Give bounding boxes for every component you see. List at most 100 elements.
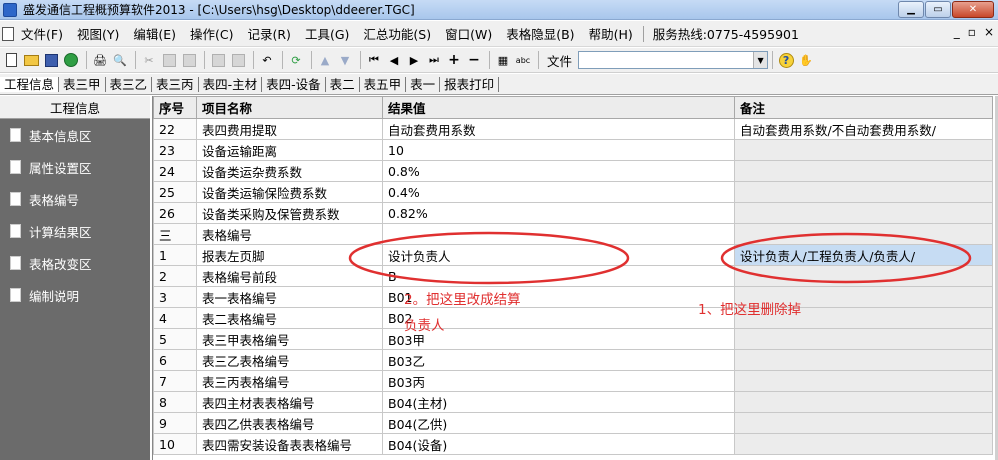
result-value-cell[interactable]: 0.4% <box>382 181 735 203</box>
item-name-cell[interactable]: 表三甲表格编号 <box>196 328 383 350</box>
up-icon[interactable]: ▲ <box>316 51 334 69</box>
result-value-cell[interactable]: B04(乙供) <box>382 412 735 434</box>
menu-record[interactable]: 记录(R) <box>240 24 297 43</box>
menu-view[interactable]: 视图(Y) <box>70 24 126 43</box>
column-header-no[interactable]: 序号 <box>153 96 197 119</box>
row-number-cell[interactable]: 24 <box>153 160 197 182</box>
item-name-cell[interactable]: 表格编号 <box>196 223 383 245</box>
paste-icon[interactable] <box>180 51 198 69</box>
note-cell[interactable] <box>734 370 993 392</box>
delete-icon[interactable]: − <box>465 51 483 69</box>
item-name-cell[interactable]: 表一表格编号 <box>196 286 383 308</box>
item-name-cell[interactable]: 设备类运杂费系数 <box>196 160 383 182</box>
table-row[interactable]: 5 表三甲表格编号 B03甲 <box>153 328 993 350</box>
column-header-note[interactable]: 备注 <box>734 96 993 119</box>
column-header-value[interactable]: 结果值 <box>382 96 735 119</box>
note-cell[interactable] <box>734 286 993 308</box>
note-cell[interactable] <box>734 349 993 371</box>
result-value-cell[interactable]: B04(主材) <box>382 391 735 413</box>
help-icon[interactable]: ? <box>777 51 795 69</box>
prev-icon[interactable]: ◀ <box>385 51 403 69</box>
row-number-cell[interactable]: 25 <box>153 181 197 203</box>
note-cell[interactable] <box>734 307 993 329</box>
print-icon[interactable]: 🖨 <box>91 51 109 69</box>
item-name-cell[interactable]: 表三乙表格编号 <box>196 349 383 371</box>
row-number-cell[interactable]: 22 <box>153 118 197 140</box>
table-row[interactable]: 24 设备类运杂费系数 0.8% <box>153 160 993 182</box>
add-icon[interactable]: + <box>445 51 463 69</box>
row-number-cell[interactable]: 4 <box>153 307 197 329</box>
result-value-cell[interactable] <box>382 223 735 245</box>
open-icon[interactable] <box>22 51 40 69</box>
maximize-button[interactable]: ▭ <box>925 1 951 18</box>
redo-icon[interactable] <box>229 51 247 69</box>
table-row[interactable]: 2 表格编号前段 B <box>153 265 993 287</box>
row-number-cell[interactable]: 8 <box>153 391 197 413</box>
note-cell[interactable]: 自动套费用系数/不自动套费用系数/ <box>734 118 993 140</box>
new-icon[interactable] <box>2 51 20 69</box>
table-row[interactable]: 三表格编号 <box>153 223 993 245</box>
item-name-cell[interactable]: 设备运输距离 <box>196 139 383 161</box>
refresh-icon[interactable]: ⟳ <box>287 51 305 69</box>
table-row[interactable]: 25 设备类运输保险费系数 0.4% <box>153 181 993 203</box>
nav-basic-info[interactable]: 基本信息区 <box>0 119 150 151</box>
nav-calc-results[interactable]: 计算结果区 <box>0 215 150 247</box>
row-number-cell[interactable]: 23 <box>153 139 197 161</box>
tab-table3b[interactable]: 表三乙 <box>106 76 153 92</box>
note-cell[interactable]: 设计负责人/工程负责人/负责人/ <box>734 244 993 266</box>
tab-report-print[interactable]: 报表打印 <box>440 76 500 92</box>
tab-table1[interactable]: 表一 <box>406 76 441 92</box>
result-value-cell[interactable]: B01 <box>382 286 735 308</box>
menu-file[interactable]: 文件(F) <box>14 24 70 43</box>
close-button[interactable]: ✕ <box>952 1 994 18</box>
copy-icon[interactable] <box>160 51 178 69</box>
table-row[interactable]: 23 设备运输距离 10 <box>153 139 993 161</box>
next-icon[interactable]: ▶ <box>405 51 423 69</box>
nav-table-changes[interactable]: 表格改变区 <box>0 247 150 279</box>
tab-table3c[interactable]: 表三丙 <box>152 76 199 92</box>
column-header-name[interactable]: 项目名称 <box>196 96 383 119</box>
row-number-cell[interactable]: 1 <box>153 244 197 266</box>
hand-icon[interactable]: ✋ <box>797 51 815 69</box>
result-value-cell[interactable]: B03丙 <box>382 370 735 392</box>
undo-icon[interactable] <box>209 51 227 69</box>
tab-table4-material[interactable]: 表四-主材 <box>199 76 263 92</box>
result-value-cell[interactable]: B02 <box>382 307 735 329</box>
minimize-button[interactable]: ▁ <box>898 1 924 18</box>
note-cell[interactable] <box>734 265 993 287</box>
undo-arrow-icon[interactable]: ↶ <box>258 51 276 69</box>
calc-icon[interactable]: ▦ <box>494 51 512 69</box>
last-icon[interactable]: ⏭ <box>425 51 443 69</box>
first-icon[interactable]: ⏮ <box>365 51 383 69</box>
note-cell[interactable] <box>734 412 993 434</box>
note-cell[interactable] <box>734 433 993 455</box>
tab-table2[interactable]: 表二 <box>326 76 360 92</box>
table-row[interactable]: 6 表三乙表格编号 B03乙 <box>153 349 993 371</box>
document-icon[interactable] <box>2 26 14 41</box>
tab-project-info[interactable]: 工程信息 <box>0 76 60 92</box>
note-cell[interactable] <box>734 328 993 350</box>
menu-tools[interactable]: 工具(G) <box>298 24 356 43</box>
table-row[interactable]: 8 表四主材表表格编号 B04(主材) <box>153 391 993 413</box>
result-value-cell[interactable]: B <box>382 265 735 287</box>
row-number-cell[interactable]: 6 <box>153 349 197 371</box>
row-number-cell[interactable]: 5 <box>153 328 197 350</box>
save-icon[interactable] <box>42 51 60 69</box>
result-value-cell[interactable]: 10 <box>382 139 735 161</box>
menu-edit[interactable]: 编辑(E) <box>126 24 183 43</box>
item-name-cell[interactable]: 表四费用提取 <box>196 118 383 140</box>
item-name-cell[interactable]: 设备类采购及保管费系数 <box>196 202 383 224</box>
row-number-cell[interactable]: 三 <box>153 223 197 245</box>
note-cell[interactable] <box>734 391 993 413</box>
row-number-cell[interactable]: 9 <box>153 412 197 434</box>
item-name-cell[interactable]: 报表左页脚 <box>196 244 383 266</box>
run-icon[interactable] <box>62 51 80 69</box>
row-number-cell[interactable]: 7 <box>153 370 197 392</box>
item-name-cell[interactable]: 表三丙表格编号 <box>196 370 383 392</box>
note-cell[interactable] <box>734 160 993 182</box>
cut-icon[interactable]: ✂ <box>140 51 158 69</box>
nav-table-numbers[interactable]: 表格编号 <box>0 183 150 215</box>
result-value-cell[interactable]: 自动套费用系数 <box>382 118 735 140</box>
item-name-cell[interactable]: 表四主材表表格编号 <box>196 391 383 413</box>
note-cell[interactable] <box>734 139 993 161</box>
